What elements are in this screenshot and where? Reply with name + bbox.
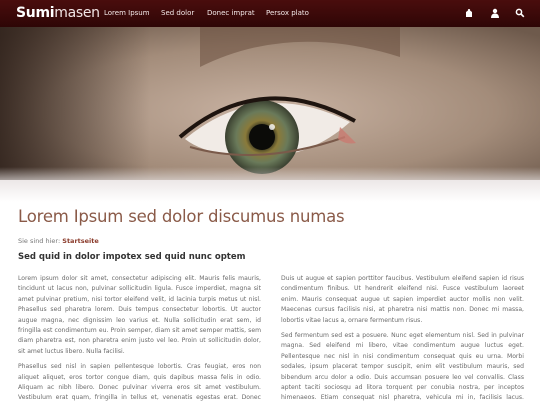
nav-item-lorem-ipsum[interactable]: Lorem Ipsum (104, 9, 150, 17)
nav-item-donec-imprat[interactable]: Donec imprat (207, 9, 255, 17)
user-icon[interactable] (490, 8, 500, 18)
hero-fade (0, 167, 540, 180)
accessibility-icon[interactable] (464, 8, 474, 18)
paragraph: Lorem ipsum dolor sit amet, consectetur … (18, 275, 261, 355)
section-subheading: Sed quid in dolor impotex sed quid nunc … (18, 252, 246, 262)
hero-eye-image (0, 27, 540, 180)
top-navigation-bar: Sumimasen Lorem Ipsum Sed dolor Donec im… (0, 0, 540, 27)
eye-photo-illustration (0, 27, 540, 180)
nav-item-sed-dolor[interactable]: Sed dolor (161, 9, 194, 17)
paragraph: Sed fermentum sed est a posuere. Nunc eg… (281, 332, 524, 405)
paragraph: Duis ut augue et sapien porttitor faucib… (281, 275, 524, 324)
page-title: Lorem Ipsum sed dolor discumus numas (18, 207, 345, 226)
breadcrumb: Sie sind hier: Startseite (18, 237, 99, 245)
paragraph: Phasellus sed nisl in sapien pellentesqu… (18, 363, 261, 405)
nav-item-persox-plato[interactable]: Persox plato (266, 9, 309, 17)
content-column-right: Duis ut augue et sapien porttitor faucib… (281, 274, 524, 405)
site-logo[interactable]: Sumimasen (16, 5, 100, 22)
search-icon[interactable] (515, 8, 525, 18)
breadcrumb-prefix: Sie sind hier: (18, 237, 61, 245)
content-top-band (0, 180, 540, 202)
content-column-left: Lorem ipsum dolor sit amet, consectetur … (18, 274, 261, 405)
breadcrumb-link-home[interactable]: Startseite (62, 237, 99, 245)
